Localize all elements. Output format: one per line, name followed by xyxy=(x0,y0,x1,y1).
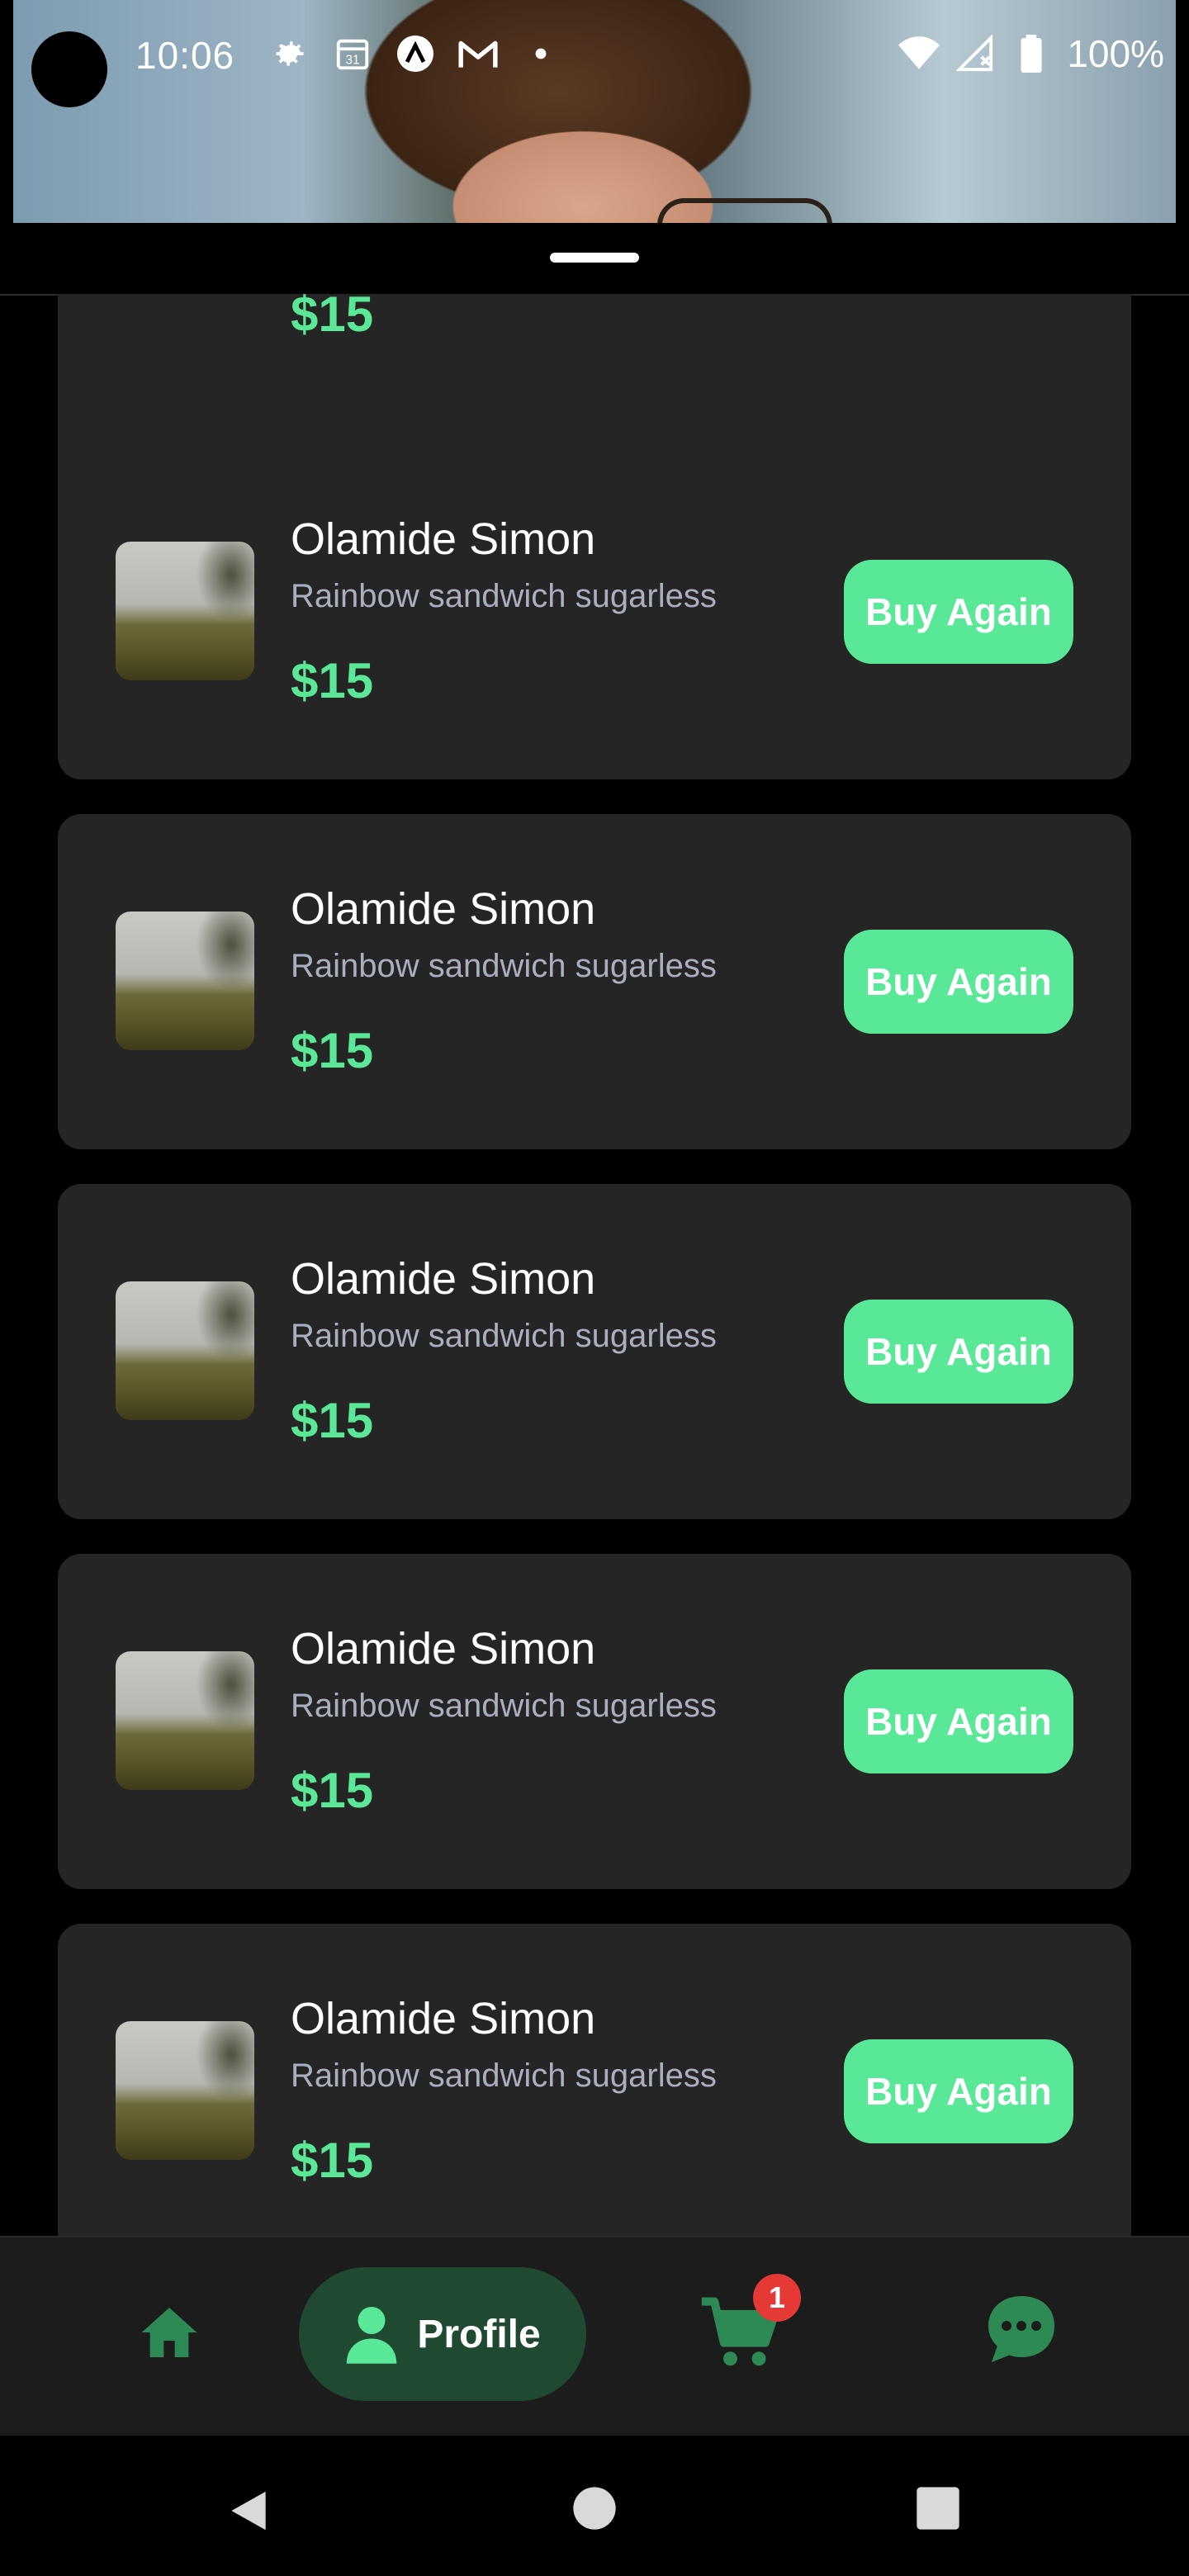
order-description: Rainbow sandwich sugarless xyxy=(291,1318,717,1354)
order-card: Olamide Simon Rainbow sandwich sugarless… xyxy=(58,444,1131,779)
order-price: $15 xyxy=(291,653,374,708)
order-card: Olamide Simon Rainbow sandwich sugarless… xyxy=(58,1184,1131,1519)
dot-icon xyxy=(520,33,561,74)
order-description: Rainbow sandwich sugarless xyxy=(291,2057,717,2094)
nav-profile-label: Profile xyxy=(417,2312,541,2356)
battery-percentage: 100% xyxy=(1067,32,1164,75)
order-card: Olamide Simon Rainbow sandwich sugarless… xyxy=(58,1924,1131,2236)
order-customer-name: Olamide Simon xyxy=(291,1254,596,1304)
back-button[interactable] xyxy=(223,2485,274,2540)
product-thumbnail xyxy=(116,542,254,680)
buy-again-button[interactable]: Buy Again xyxy=(844,930,1073,1034)
nav-home[interactable] xyxy=(124,2287,215,2378)
buy-again-button[interactable]: Buy Again xyxy=(844,1300,1073,1404)
bottom-navigation: Profile 1 xyxy=(0,2236,1189,2437)
cart-badge: 1 xyxy=(753,2274,801,2322)
order-customer-name: Olamide Simon xyxy=(291,514,596,564)
product-thumbnail xyxy=(116,1281,254,1420)
recents-button[interactable] xyxy=(915,2485,961,2536)
profile-icon xyxy=(347,2307,397,2364)
camera-cutout xyxy=(31,31,107,107)
nav-profile[interactable]: Profile xyxy=(299,2267,586,2401)
chat-icon xyxy=(988,2296,1054,2362)
product-thumbnail xyxy=(116,2021,254,2160)
recents-square-icon xyxy=(917,2487,959,2530)
order-price: $15 xyxy=(291,1763,374,1818)
system-navigation-bar xyxy=(0,2436,1189,2576)
product-thumbnail xyxy=(116,1651,254,1790)
home-icon xyxy=(141,2308,197,2357)
gear-icon xyxy=(269,33,310,74)
orders-list[interactable]: $15 Olamide Simon Rainbow sandwich sugar… xyxy=(0,294,1189,2236)
back-icon xyxy=(231,2491,266,2531)
order-card: Olamide Simon Rainbow sandwich sugarless… xyxy=(58,814,1131,1149)
app-icon xyxy=(395,33,436,74)
system-icons: 100% xyxy=(898,31,1164,76)
nav-chat[interactable] xyxy=(976,2284,1067,2375)
buy-again-button[interactable]: Buy Again xyxy=(844,1669,1073,1773)
status-time: 10:06 xyxy=(135,34,235,77)
order-card: Olamide Simon Rainbow sandwich sugarless… xyxy=(58,1554,1131,1889)
order-customer-name: Olamide Simon xyxy=(291,884,596,934)
order-price: $15 xyxy=(291,294,374,342)
wifi-icon xyxy=(898,33,940,74)
sheet-header xyxy=(0,223,1189,296)
drag-handle[interactable] xyxy=(550,253,639,263)
order-description: Rainbow sandwich sugarless xyxy=(291,948,717,984)
order-description: Rainbow sandwich sugarless xyxy=(291,1688,717,1724)
status-bar: 10:06 31 100% xyxy=(0,0,1189,223)
buy-again-button[interactable]: Buy Again xyxy=(844,2039,1073,2143)
order-price: $15 xyxy=(291,1393,374,1448)
product-thumbnail xyxy=(116,912,254,1050)
order-description: Rainbow sandwich sugarless xyxy=(291,578,717,614)
order-price: $15 xyxy=(291,1023,374,1078)
notification-icons: 31 xyxy=(269,33,561,74)
order-customer-name: Olamide Simon xyxy=(291,1624,596,1674)
buy-again-button[interactable]: Buy Again xyxy=(844,560,1073,664)
glasses-shape xyxy=(657,198,832,223)
order-customer-name: Olamide Simon xyxy=(291,1994,596,2043)
battery-icon xyxy=(1011,33,1052,74)
home-button[interactable] xyxy=(571,2485,618,2536)
order-price: $15 xyxy=(291,2133,374,2188)
signal-icon xyxy=(955,33,996,74)
home-circle-icon xyxy=(573,2487,616,2530)
gmail-icon xyxy=(457,33,499,74)
svg-text:31: 31 xyxy=(345,53,359,67)
calendar-icon: 31 xyxy=(332,33,373,74)
